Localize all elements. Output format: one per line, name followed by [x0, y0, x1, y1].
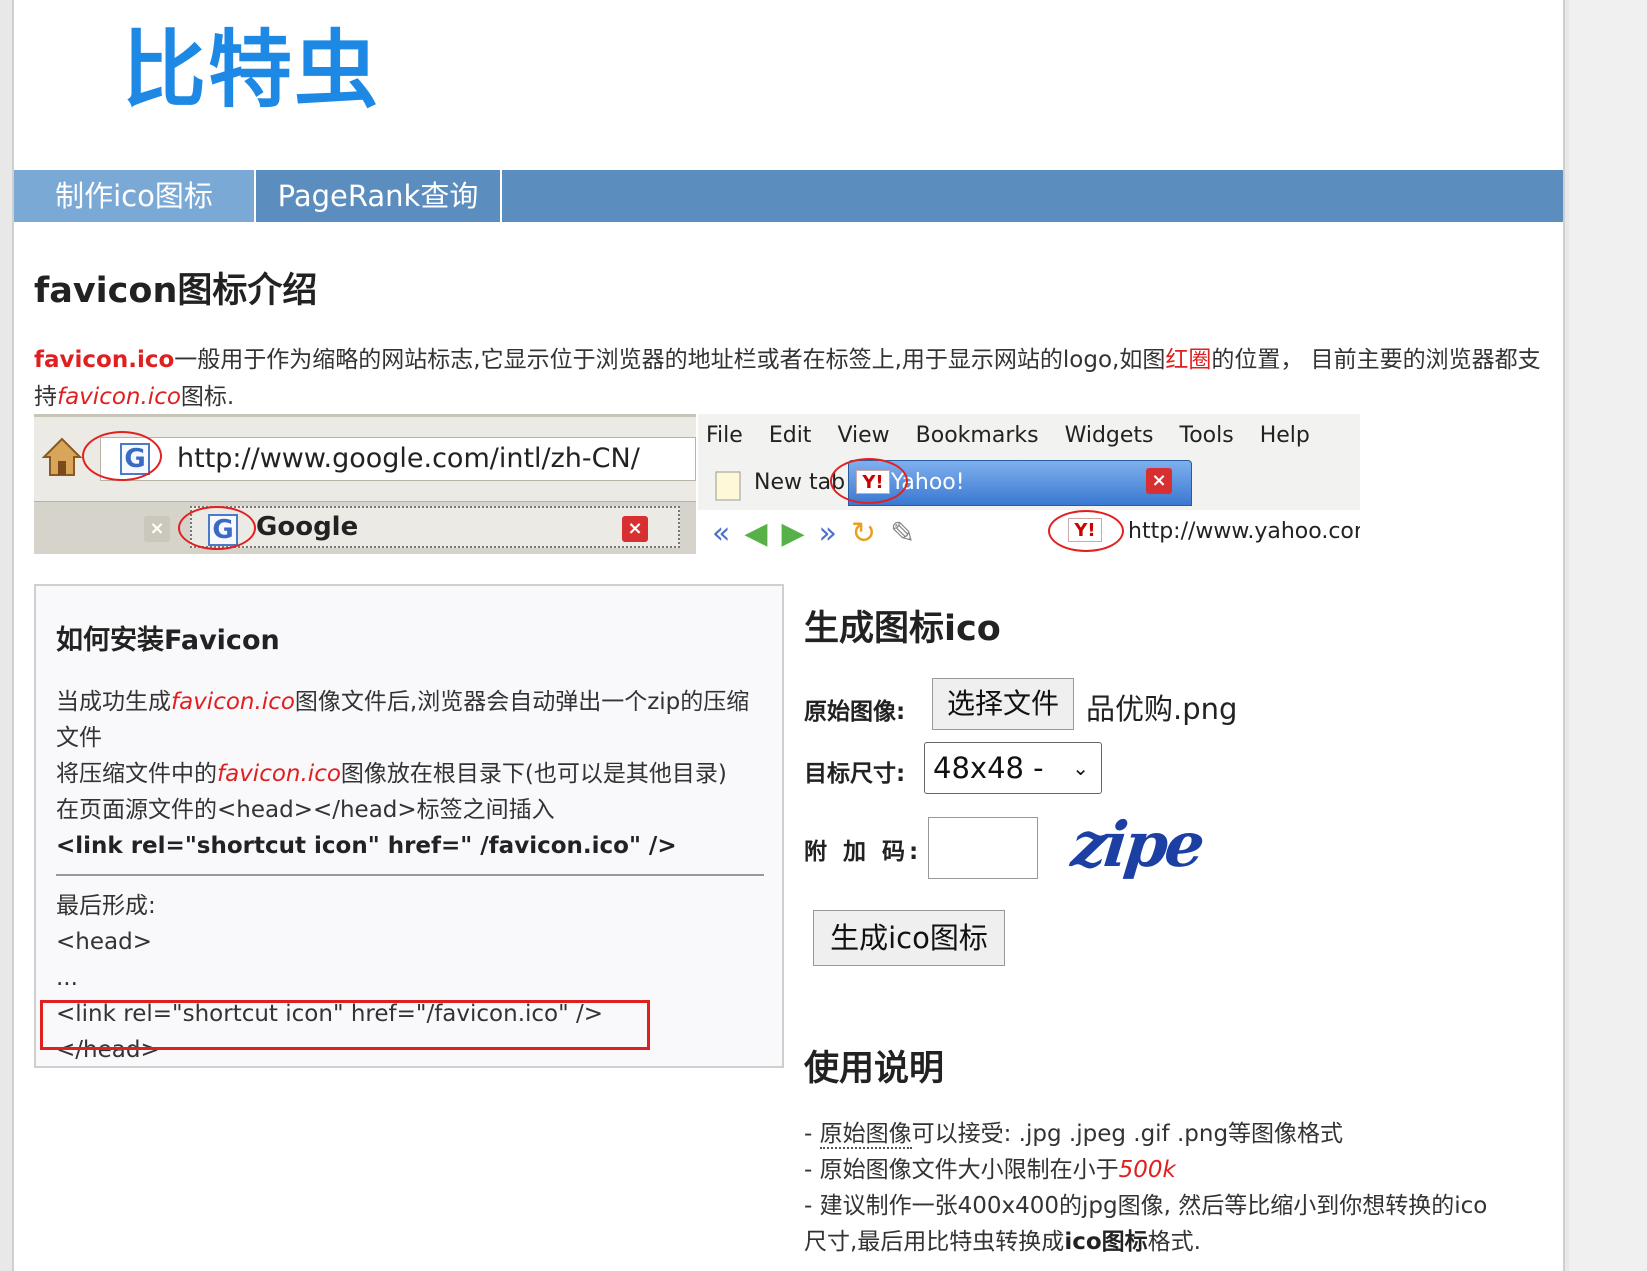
- target-size-select[interactable]: 48x48 - ⌄: [924, 742, 1102, 794]
- page: 比特虫 制作ico图标 PageRank查询 favicon图标介绍 favic…: [12, 0, 1565, 1271]
- intro-paragraph: favicon.ico一般用于作为缩略的网站标志,它显示位于浏览器的地址栏或者在…: [34, 342, 1554, 416]
- menu-tools: Tools: [1179, 423, 1234, 448]
- browser-tab-row: New tab Yahoo! Y! ×: [698, 458, 1360, 508]
- menu-help: Help: [1259, 423, 1310, 448]
- red-circle-marker: [1048, 510, 1124, 552]
- google-tab-label: Google: [256, 512, 359, 542]
- illustration-yahoo-browser: File Edit View Bookmarks Widgets Tools H…: [698, 414, 1360, 554]
- intro-text-c: 图标.: [180, 384, 235, 410]
- install-step-3: 在页面源文件的<head></head>标签之间插入: [56, 797, 555, 823]
- install-title: 如何安装Favicon: [56, 625, 280, 656]
- final-label: 最后形成:: [56, 893, 156, 919]
- edit-pen-icon: ✎: [890, 516, 916, 551]
- final-ellipsis: ...: [56, 965, 78, 991]
- usage-note-2-text: - 原始图像文件大小限制在小于: [804, 1157, 1119, 1183]
- install-code-snippet: <link rel="shortcut icon" href=" /favico…: [56, 833, 677, 859]
- close-icon: ×: [622, 516, 648, 542]
- selected-file-name: 品优购.png: [1086, 692, 1238, 726]
- browser-nav-row: « ◀ ▶ » ↻ ✎ Y! http://www.yahoo.com: [698, 510, 1360, 554]
- install-step-1-a: 当成功生成: [56, 689, 171, 715]
- browser-nav-icons: « ◀ ▶ » ↻ ✎: [712, 516, 915, 552]
- install-guide-box: 如何安装Favicon 当成功生成favicon.ico图像文件后,浏览器会自动…: [34, 584, 784, 1068]
- usage-note-1-prefix: -: [804, 1121, 820, 1147]
- google-url: http://www.google.com/intl/zh-CN/: [177, 443, 640, 474]
- source-image-label: 原始图像:: [804, 699, 906, 725]
- usage-note-2: - 原始图像文件大小限制在小于500k: [804, 1152, 1504, 1188]
- usage-note-1: - 原始图像可以接受: .jpg .jpeg .gif .png等图像格式: [804, 1116, 1504, 1152]
- install-step-1-filename: favicon.ico: [171, 689, 295, 715]
- google-tab: Google: [190, 506, 680, 548]
- close-icon: ×: [144, 516, 170, 542]
- intro-italic: favicon.ico: [57, 384, 181, 410]
- illustration-google-browser: http://www.google.com/intl/zh-CN/ G × Go…: [34, 414, 696, 554]
- menu-bookmarks: Bookmarks: [915, 423, 1039, 448]
- menu-view: View: [837, 423, 890, 448]
- divider: [56, 874, 764, 876]
- forward-arrow-icon: ▶: [781, 516, 805, 551]
- usage-note-1-text: 可以接受: .jpg .jpeg .gif .png等图像格式: [911, 1121, 1344, 1147]
- install-step-2-b: 图像放在根目录下(也可以是其他目录): [340, 761, 727, 787]
- final-head-open: <head>: [56, 929, 152, 955]
- reload-icon: ↻: [850, 516, 877, 551]
- browser-menu-bar: File Edit View Bookmarks Widgets Tools H…: [698, 418, 1360, 454]
- target-size-label: 目标尺寸:: [804, 761, 906, 787]
- install-step-2-a: 将压缩文件中的: [56, 761, 217, 787]
- usage-note-2-limit: 500k: [1118, 1157, 1176, 1183]
- target-size-value: 48x48 -: [933, 751, 1044, 785]
- install-step-2-filename: favicon.ico: [217, 761, 341, 787]
- captcha-image[interactable]: zipe: [1068, 808, 1205, 881]
- nav-item-make-ico[interactable]: 制作ico图标: [14, 170, 256, 222]
- red-circle-marker: [82, 431, 162, 481]
- page-scrollbar[interactable]: [1569, 0, 1647, 1271]
- menu-edit: Edit: [768, 423, 812, 448]
- generate-ico-button[interactable]: 生成ico图标: [813, 910, 1005, 966]
- usage-note-3: - 建议制作一张400x400的jpg图像, 然后等比缩小到你想转换的ico尺寸…: [804, 1188, 1504, 1260]
- intro-red-circle-text: 红圈: [1165, 347, 1212, 373]
- intro-text-a: 一般用于作为缩略的网站标志,它显示位于浏览器的地址栏或者在标签上,用于显示网站的…: [174, 347, 1166, 373]
- fast-forward-icon: »: [818, 516, 837, 551]
- nav-item-pagerank[interactable]: PageRank查询: [256, 170, 502, 222]
- menu-widgets: Widgets: [1064, 423, 1154, 448]
- usage-note-3-end: 格式.: [1147, 1229, 1201, 1255]
- captcha-label: 附 加 码:: [804, 839, 923, 865]
- close-icon: ×: [1146, 468, 1172, 494]
- captcha-input[interactable]: [928, 817, 1038, 879]
- usage-title: 使用说明: [804, 1049, 945, 1089]
- menu-file: File: [706, 423, 743, 448]
- site-logo[interactable]: 比特虫: [122, 28, 380, 112]
- intro-strong: favicon.ico: [34, 347, 175, 373]
- install-steps: 当成功生成favicon.ico图像文件后,浏览器会自动弹出一个zip的压缩文件…: [56, 684, 766, 864]
- usage-notes: - 原始图像可以接受: .jpg .jpeg .gif .png等图像格式 - …: [804, 1116, 1504, 1260]
- google-tab-strip: × Google G ×: [34, 501, 696, 554]
- red-circle-marker: [830, 458, 908, 504]
- red-circle-marker: [178, 506, 256, 550]
- page-icon: [715, 471, 741, 501]
- highlight-box: [40, 1000, 650, 1050]
- yahoo-url: http://www.yahoo.com: [1128, 519, 1360, 544]
- install-step-1: 当成功生成favicon.ico图像文件后,浏览器会自动弹出一个zip的压缩文件: [56, 684, 766, 756]
- main-nav: 制作ico图标 PageRank查询: [14, 170, 1563, 222]
- chevron-down-icon: ⌄: [1072, 756, 1089, 780]
- choose-file-button[interactable]: 选择文件: [932, 678, 1074, 730]
- install-step-2: 将压缩文件中的favicon.ico图像放在根目录下(也可以是其他目录): [56, 756, 766, 792]
- google-address-bar: http://www.google.com/intl/zh-CN/: [100, 437, 696, 481]
- rewind-icon: «: [712, 516, 731, 551]
- home-icon: [41, 437, 83, 476]
- usage-note-1-term: 原始图像: [819, 1121, 912, 1149]
- new-tab: New tab: [710, 462, 845, 504]
- back-arrow-icon: ◀: [744, 516, 768, 551]
- generate-title: 生成图标ico: [804, 609, 1001, 649]
- intro-title: favicon图标介绍: [34, 271, 318, 311]
- usage-note-3-bold: ico图标: [1064, 1229, 1148, 1255]
